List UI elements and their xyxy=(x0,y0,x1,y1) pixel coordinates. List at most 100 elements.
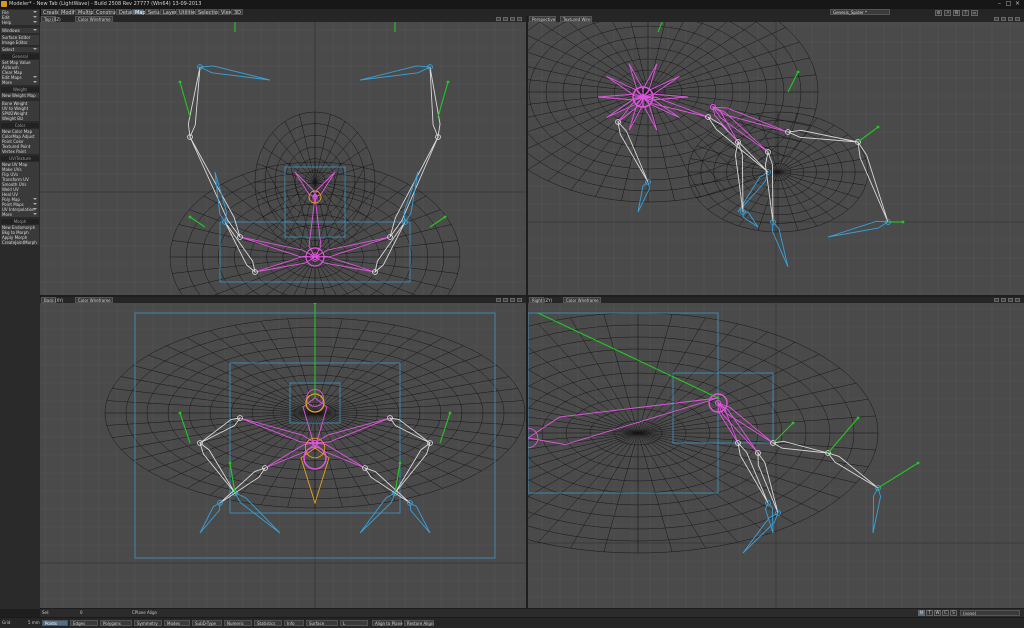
rotate-view-icon[interactable] xyxy=(503,17,508,21)
section-header: UV/Texture xyxy=(1,156,39,161)
mode-polygons[interactable]: Polygons xyxy=(100,620,132,626)
mode-modes[interactable]: Modes xyxy=(164,620,190,626)
tab-setup[interactable]: Setup xyxy=(145,9,163,16)
flag-t[interactable]: T xyxy=(926,610,933,616)
move-view-icon[interactable] xyxy=(496,298,501,302)
action-restore-align[interactable]: Restore Align xyxy=(404,620,434,626)
flag-w[interactable]: W xyxy=(934,610,941,616)
mesh-edge xyxy=(603,432,639,552)
mode-symmetry[interactable]: Symmetry xyxy=(134,620,162,626)
move-view-icon[interactable] xyxy=(994,17,999,21)
maximize-view-icon[interactable] xyxy=(517,298,522,302)
mesh-edge xyxy=(314,400,524,414)
leg-bone xyxy=(198,65,271,81)
leg-bone xyxy=(359,65,432,81)
tool-image-editor[interactable]: Image Editor xyxy=(1,40,39,45)
tool-new-weight-map[interactable]: New Weight Map xyxy=(1,93,39,98)
flag-m[interactable]: M xyxy=(918,610,925,616)
tool-vertex-paint[interactable]: Vertex Paint xyxy=(1,149,39,154)
mesh-edge xyxy=(777,171,818,227)
status-value-select[interactable]: (none) xyxy=(960,610,1020,616)
minimize-icon[interactable]: – xyxy=(996,1,1003,7)
tab-map[interactable]: Map xyxy=(132,9,146,16)
tab-modify[interactable]: Modify xyxy=(58,9,78,16)
tool-createjointmorph[interactable]: CreateJointMorph xyxy=(1,240,39,245)
mode-numeric[interactable]: Numeric xyxy=(224,620,252,626)
object-selector[interactable]: Genesis_Spider * xyxy=(830,9,890,15)
viewport-canvas[interactable] xyxy=(40,22,526,295)
zoom-view-icon[interactable] xyxy=(1008,298,1013,302)
mesh-edge xyxy=(637,432,876,451)
tool-more[interactable]: More xyxy=(1,80,39,85)
viewport-grid xyxy=(40,303,526,608)
viewport-top[interactable]: Top (XZ) Color Wireframe xyxy=(40,16,526,295)
mesh-edge xyxy=(213,256,316,295)
viewport-canvas[interactable] xyxy=(528,22,1024,295)
move-view-icon[interactable] xyxy=(994,298,999,302)
ik-handle-tip xyxy=(188,215,192,219)
mesh-edge xyxy=(637,415,876,434)
tab-utilities[interactable]: Utilities xyxy=(176,9,198,16)
action-align-to-plane[interactable]: Align to Plane xyxy=(372,620,403,626)
tab-create[interactable]: Create xyxy=(40,9,60,16)
tab-detail[interactable]: Detail xyxy=(116,9,134,16)
window-title: Modeler* - New Tab (LightWave) - Build 2… xyxy=(9,1,202,7)
mode-subd-type[interactable]: SubD-Type xyxy=(192,620,222,626)
mode-edges[interactable]: Edges xyxy=(70,620,98,626)
tool-weight-biz[interactable]: Weight Biz xyxy=(1,116,39,121)
ik-handle xyxy=(857,126,879,143)
mesh-edge xyxy=(528,432,639,519)
surface-value[interactable]: L xyxy=(340,620,368,626)
leg-bone xyxy=(199,417,242,444)
rotate-view-icon[interactable] xyxy=(503,298,508,302)
maximize-view-icon[interactable] xyxy=(1015,298,1020,302)
zoom-view-icon[interactable] xyxy=(510,17,515,21)
rotate-view-icon[interactable] xyxy=(1001,17,1006,21)
flag-s[interactable]: S xyxy=(950,610,957,616)
mesh-edge xyxy=(304,256,316,295)
mesh-edge xyxy=(647,91,769,170)
move-view-icon[interactable] xyxy=(496,17,501,21)
tool-help[interactable]: Help xyxy=(1,20,39,25)
ik-handle-tip xyxy=(796,70,800,74)
tab-multiply[interactable]: Multiply xyxy=(75,9,98,16)
tool-select[interactable]: Select xyxy=(1,47,39,52)
mesh-edge xyxy=(120,412,316,450)
rotate-view-icon[interactable] xyxy=(1001,298,1006,302)
viewport-back[interactable]: Back (XY) Color Wireframe xyxy=(40,297,526,608)
leg-bone xyxy=(617,120,649,183)
flag-c[interactable]: C xyxy=(942,610,949,616)
zoom-view-icon[interactable] xyxy=(1008,17,1013,21)
leg-bone xyxy=(239,236,316,258)
mode-info[interactable]: Info xyxy=(284,620,304,626)
grid-label: Grid xyxy=(2,620,11,625)
viewport-canvas[interactable] xyxy=(40,303,526,608)
leg-bone xyxy=(827,220,890,238)
maximize-view-icon[interactable] xyxy=(1015,17,1020,21)
tab-layers[interactable]: Layers xyxy=(160,9,180,16)
section-header: Morph xyxy=(1,219,39,224)
leg-bone xyxy=(872,486,882,534)
maximize-view-icon[interactable] xyxy=(517,17,522,21)
mode-statistics[interactable]: Statistics xyxy=(254,620,282,626)
tool-more[interactable]: More xyxy=(1,212,39,217)
close-icon[interactable]: × xyxy=(1014,1,1021,7)
viewport-canvas[interactable] xyxy=(528,303,1024,608)
mesh-edge xyxy=(696,171,779,199)
maximize-icon[interactable]: □ xyxy=(1005,1,1012,7)
ik-handle-tip xyxy=(876,125,880,129)
tab-view[interactable]: View xyxy=(218,9,233,16)
tab-selection[interactable]: Selection xyxy=(195,9,221,16)
zoom-view-icon[interactable] xyxy=(510,298,515,302)
viewport-perspective[interactable]: Perspective Textured Wire xyxy=(528,16,1024,295)
viewport-right[interactable]: Right (ZY) Color Wireframe xyxy=(528,297,1024,608)
selection-count: 0 xyxy=(80,610,83,615)
leg-bone xyxy=(712,106,789,133)
mode-points[interactable]: Points xyxy=(42,620,68,626)
mode-surface[interactable]: Surface xyxy=(306,620,338,626)
tab-3d[interactable]: 3D xyxy=(231,9,243,16)
tool-windows[interactable]: Windows xyxy=(1,28,39,33)
lightwave-logo-icon xyxy=(1,1,7,7)
mesh-edge xyxy=(106,400,316,414)
tab-construct[interactable]: Construct xyxy=(93,9,120,16)
